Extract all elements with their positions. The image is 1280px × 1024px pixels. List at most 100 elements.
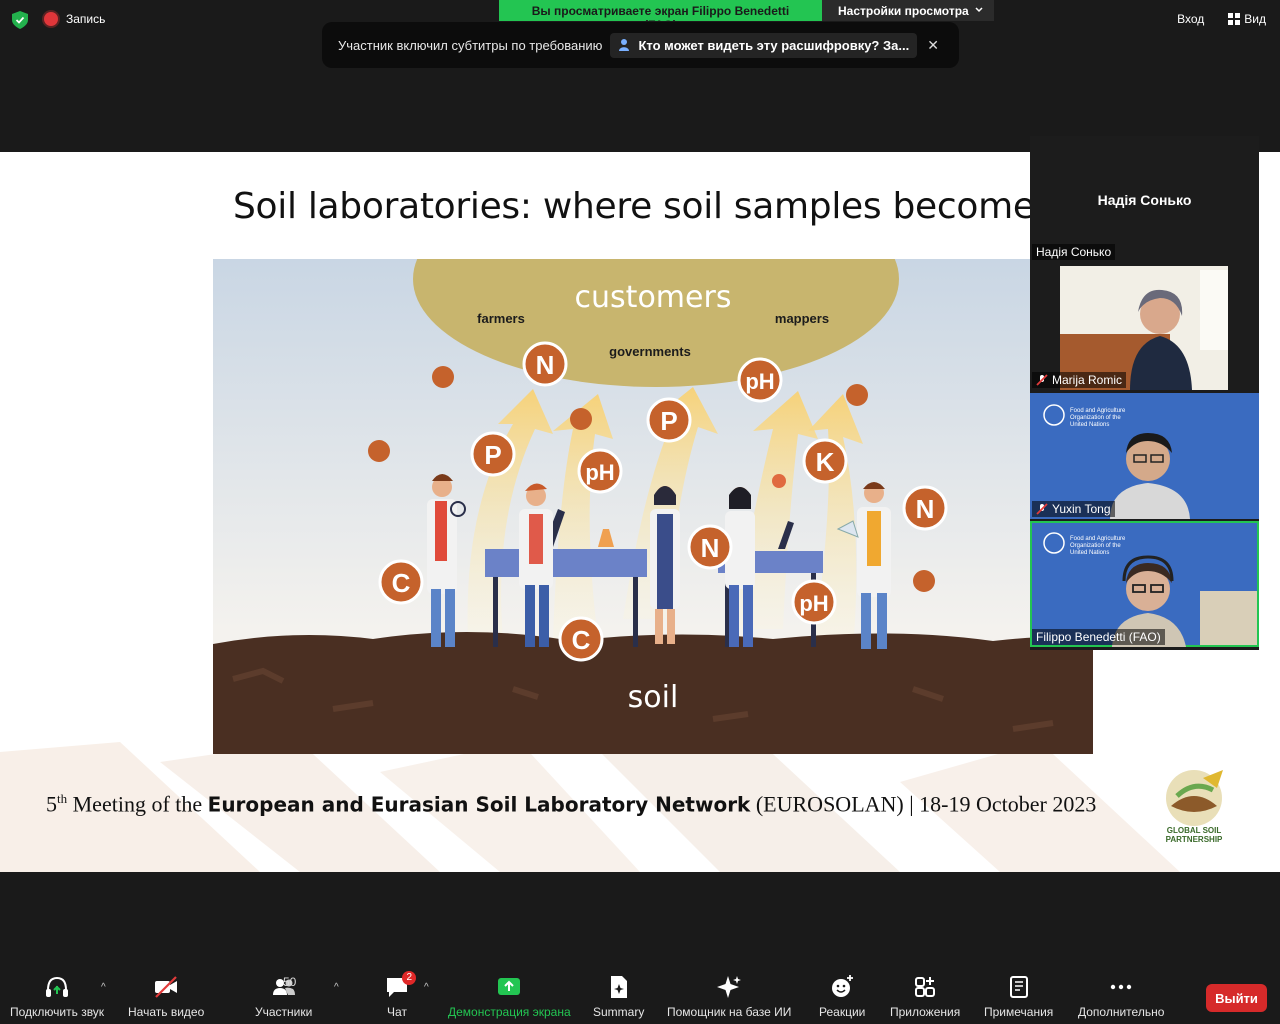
- view-button[interactable]: Вид: [1228, 12, 1266, 26]
- recording-label: Запись: [66, 12, 106, 26]
- ai-companion-button[interactable]: Помощник на базе ИИ: [667, 974, 791, 1019]
- nutrient-badge-ph-center: pH: [577, 448, 623, 494]
- apps-button[interactable]: Приложения: [890, 974, 960, 1019]
- nutrient-badge-ph-right: pH: [791, 579, 837, 625]
- chevron-down-icon: [975, 7, 983, 13]
- share-screen-button[interactable]: Демонстрация экрана: [448, 974, 571, 1019]
- view-options-button[interactable]: Настройки просмотра: [822, 0, 994, 21]
- slide-title: Soil laboratories: where soil samples be…: [233, 186, 1126, 227]
- emoji-add-icon: [832, 975, 854, 997]
- svg-text:N: N: [536, 350, 555, 380]
- close-icon[interactable]: ✕: [927, 37, 939, 54]
- join-audio-button[interactable]: Подключить звук: [10, 974, 104, 1019]
- participant-name: Filippo Benedetti (FAO): [1036, 630, 1161, 644]
- apps-label: Приложения: [890, 1005, 961, 1019]
- svg-text:pH: pH: [799, 591, 828, 616]
- nutrient-badge-c-left: C: [378, 559, 424, 605]
- participant-tile-active-speaker[interactable]: Food and Agriculture Organization of the…: [1030, 521, 1259, 647]
- summary-label: Summary: [593, 1005, 645, 1019]
- participant-name: Yuxin Tong: [1052, 502, 1111, 516]
- svg-text:N: N: [916, 494, 935, 524]
- participant-name-label: Marija Romic: [1032, 372, 1127, 388]
- footer-ordinal-number: 5: [46, 791, 57, 817]
- summary-button[interactable]: Summary: [593, 974, 644, 1019]
- dot-2: [368, 440, 390, 462]
- transcript-visibility-link[interactable]: Кто может видеть эту расшифровку? За...: [610, 32, 918, 58]
- nutrient-badge-n-top: N: [522, 341, 568, 387]
- governments-label: governments: [609, 344, 691, 359]
- more-button[interactable]: Дополнительно: [1078, 974, 1164, 1019]
- participant-center-name: Надія Сонько: [1097, 192, 1192, 208]
- enter-button[interactable]: Вход: [1177, 12, 1204, 26]
- reactions-label: Реакции: [819, 1005, 866, 1019]
- more-dots-icon: [1110, 984, 1132, 990]
- reactions-button[interactable]: Реакции: [819, 974, 865, 1019]
- microphone-muted-icon: [1036, 503, 1048, 515]
- participants-count: 50: [283, 975, 297, 989]
- more-label: Дополнительно: [1078, 1005, 1165, 1019]
- org-name-line1: Food and Agriculture: [1070, 536, 1126, 542]
- recording-dot-icon: [44, 12, 58, 26]
- footer-post: (EUROSOLAN) | 18-19 October 2023: [750, 791, 1097, 817]
- start-video-button[interactable]: Начать видео: [128, 974, 204, 1019]
- svg-text:C: C: [392, 568, 411, 598]
- microphone-muted-icon: [1036, 374, 1048, 386]
- participant-tile[interactable]: Надія Сонько Надія Сонько: [1030, 136, 1259, 262]
- customers-label: customers: [575, 280, 732, 315]
- soil-lab-illustration: customers farmers mappers governments so…: [213, 259, 1093, 754]
- chat-options-caret-icon[interactable]: ^: [424, 982, 429, 993]
- captions-notification-text: Участник включил субтитры по требованию: [338, 37, 603, 53]
- chat-button[interactable]: 2 Чат: [384, 971, 416, 1019]
- nutrient-badge-p-center: P: [646, 397, 692, 443]
- audio-options-caret-icon[interactable]: ^: [101, 982, 106, 993]
- participant-tile[interactable]: Food and Agriculture Organization of the…: [1030, 393, 1259, 519]
- participants-button[interactable]: 50 Участники: [255, 974, 312, 1019]
- view-label: Вид: [1244, 12, 1266, 26]
- svg-text:K: K: [816, 447, 835, 477]
- share-screen-icon: [498, 978, 521, 995]
- dot-1: [432, 366, 454, 388]
- notes-label: Примечания: [984, 1005, 1054, 1019]
- summary-icon: [610, 976, 627, 998]
- join-audio-label: Подключить звук: [10, 1005, 105, 1019]
- nutrient-badge-ph-top: pH: [737, 357, 783, 403]
- logo-text-line1: GLOBAL SOIL: [1167, 826, 1222, 835]
- org-name-line2: Organization of the: [1070, 415, 1121, 421]
- org-name-line1: Food and Agriculture: [1070, 408, 1126, 414]
- svg-text:pH: pH: [745, 369, 774, 394]
- org-name-line2: Organization of the: [1070, 543, 1121, 549]
- participants-panel: Надія Сонько Надія Сонько Marija Romic F…: [1030, 136, 1259, 650]
- apps-icon: [915, 977, 936, 997]
- participant-name-label: Filippo Benedetti (FAO): [1032, 629, 1165, 645]
- start-video-label: Начать видео: [128, 1005, 205, 1019]
- security-shield-icon[interactable]: [12, 11, 28, 29]
- ai-companion-label: Помощник на базе ИИ: [667, 1005, 792, 1019]
- participant-name-label: Yuxin Tong: [1032, 501, 1115, 517]
- participants-options-caret-icon[interactable]: ^: [334, 982, 339, 993]
- share-banner-text: Вы просматриваете экран Filippo Benedett…: [499, 0, 822, 32]
- mappers-label: mappers: [775, 311, 829, 326]
- notes-icon: [1009, 976, 1028, 998]
- nutrient-badge-k: K: [802, 438, 848, 484]
- dot-5: [913, 570, 935, 592]
- svg-text:pH: pH: [585, 460, 614, 485]
- svg-text:P: P: [660, 406, 677, 436]
- lab-bench-left: [485, 549, 647, 577]
- participant-tile[interactable]: Marija Romic: [1030, 264, 1259, 390]
- recording-indicator[interactable]: Запись: [44, 12, 105, 26]
- soil-label: soil: [628, 680, 679, 715]
- svg-text:C: C: [572, 625, 591, 655]
- participant-name: Надія Сонько: [1036, 245, 1112, 259]
- chat-label: Чат: [387, 1005, 407, 1019]
- enter-label: Вход: [1177, 12, 1205, 26]
- footer-network-name: European and Eurasian Soil Laboratory Ne…: [207, 792, 751, 817]
- notes-button[interactable]: Примечания: [984, 974, 1053, 1019]
- sparkle-icon: [717, 976, 742, 998]
- dot-3: [570, 408, 592, 430]
- org-name-line3: United Nations: [1070, 550, 1109, 556]
- nutrient-badge-n-right: N: [902, 485, 948, 531]
- svg-text:N: N: [701, 533, 720, 563]
- nutrient-badge-p-left: P: [470, 431, 516, 477]
- logo-text-line2: PARTNERSHIP: [1166, 835, 1223, 844]
- leave-meeting-button[interactable]: Выйти: [1206, 984, 1267, 1012]
